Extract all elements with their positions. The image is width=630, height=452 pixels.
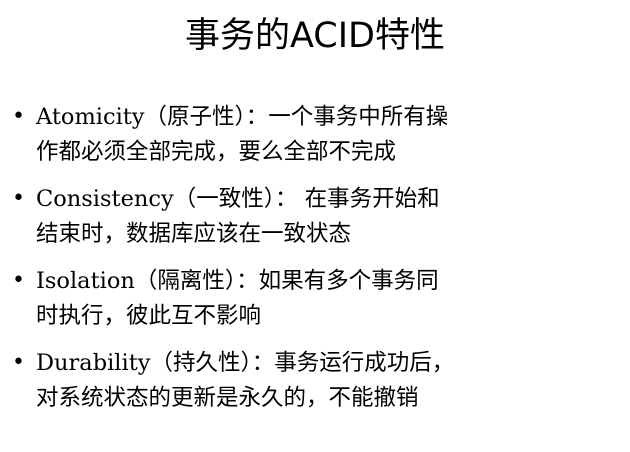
bullet-dot: • <box>12 186 25 211</box>
slide: 事务的ACID特性 • Atomicity（原子性）：一个事务中所有操 作都必须… <box>0 0 630 452</box>
bullet-text-line: Atomicity（原子性）：一个事务中所有操 <box>36 104 449 130</box>
bullet-durability: • Durability（持久性）：事务运行成功后， 对系统状态的更新是永久的，… <box>0 346 630 416</box>
bullet-text-line: Consistency（一致性）： 在事务开始和 <box>36 186 440 212</box>
bullet-dot: • <box>12 350 25 375</box>
bullet-text-line: Durability（持久性）：事务运行成功后， <box>36 350 455 376</box>
bullet-dot: • <box>12 268 25 293</box>
slide-title: 事务的ACID特性 <box>184 16 446 56</box>
bullet-dot: • <box>12 104 25 129</box>
bullet-text-line: 作都必须全部完成，要么全部不完成 <box>36 139 397 165</box>
bullet-isolation: • Isolation（隔离性）：如果有多个事务同 时执行，彼此互不影响 <box>0 264 630 334</box>
bullet-text-line: 对系统状态的更新是永久的，不能撤销 <box>36 385 419 411</box>
bullet-text-line: 时执行，彼此互不影响 <box>36 303 262 329</box>
bullet-consistency: • Consistency（一致性）： 在事务开始和 结束时，数据库应该在一致状… <box>0 182 630 252</box>
bullet-text-line: Isolation（隔离性）：如果有多个事务同 <box>36 268 439 294</box>
bullet-atomicity: • Atomicity（原子性）：一个事务中所有操 作都必须全部完成，要么全部不… <box>0 100 630 170</box>
bullet-list: • Atomicity（原子性）：一个事务中所有操 作都必须全部完成，要么全部不… <box>0 100 630 428</box>
bullet-text-line: 结束时，数据库应该在一致状态 <box>36 221 352 247</box>
